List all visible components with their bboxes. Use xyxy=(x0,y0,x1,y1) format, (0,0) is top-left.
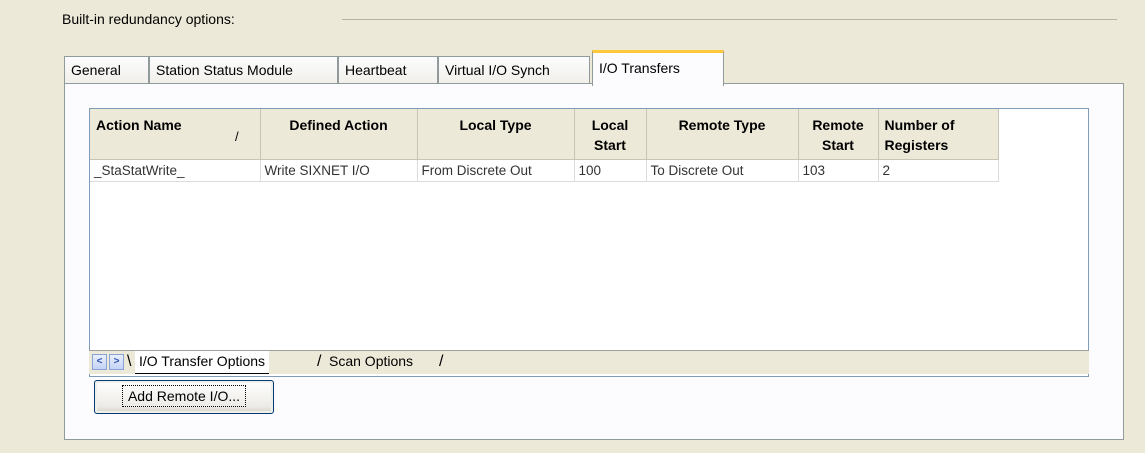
tab-heartbeat[interactable]: Heartbeat xyxy=(338,56,438,83)
cell-registers: 2 xyxy=(878,159,999,182)
tab-separator-icon: \ xyxy=(127,353,132,370)
cell-remote-type: To Discrete Out xyxy=(646,159,799,182)
sheet-tab-scan-options[interactable]: Scan Options xyxy=(325,351,417,373)
io-transfer-list[interactable]: Action Name / Defined Action Local Type … xyxy=(89,108,1089,377)
tab-station-status-module[interactable]: Station Status Module xyxy=(149,56,338,83)
sheet-tab-io-transfer-options[interactable]: I/O Transfer Options xyxy=(135,351,270,374)
column-header-defined-action[interactable]: Defined Action xyxy=(260,109,418,160)
column-header-action-name[interactable]: Action Name / xyxy=(90,109,261,160)
column-header-remote-start[interactable]: Remote Start xyxy=(798,109,879,160)
tab-separator-icon: / xyxy=(317,353,322,370)
cell-local-start: 100 xyxy=(574,159,647,182)
column-header-remote-type[interactable]: Remote Type xyxy=(646,109,799,160)
io-transfers-panel: Action Name / Defined Action Local Type … xyxy=(64,83,1124,440)
column-label: Remote Start xyxy=(812,117,864,153)
group-divider xyxy=(342,19,1117,20)
column-label: Remote Type xyxy=(678,117,766,133)
tab-virtual-io-synch[interactable]: Virtual I/O Synch xyxy=(438,56,590,83)
group-title: Built-in redundancy options: xyxy=(62,11,241,27)
cell-action-name: _StaStatWrite_ xyxy=(90,159,261,182)
column-header-local-type[interactable]: Local Type xyxy=(417,109,575,160)
add-remote-io-label: Add Remote I/O... xyxy=(121,385,247,407)
column-label: Local Start xyxy=(591,117,629,153)
column-label: Action Name xyxy=(96,117,182,133)
cell-remote-start: 103 xyxy=(798,159,879,182)
scroll-right-icon[interactable]: > xyxy=(109,354,124,370)
table-header-row: Action Name / Defined Action Local Type … xyxy=(90,109,999,160)
column-header-number-of-registers[interactable]: Number of Registers xyxy=(878,109,999,160)
tab-io-transfers[interactable]: I/O Transfers xyxy=(592,50,724,86)
scroll-left-icon[interactable]: < xyxy=(92,354,107,370)
table-row[interactable]: _StaStatWrite_ Write SIXNET I/O From Dis… xyxy=(90,159,999,182)
column-label: Defined Action xyxy=(289,117,388,133)
cell-defined-action: Write SIXNET I/O xyxy=(260,159,418,182)
io-transfer-table: Action Name / Defined Action Local Type … xyxy=(90,109,999,182)
cell-local-type: From Discrete Out xyxy=(417,159,575,182)
column-label: Number of Registers xyxy=(884,117,955,153)
add-remote-io-button[interactable]: Add Remote I/O... xyxy=(94,380,274,414)
column-label: Local Type xyxy=(459,117,532,133)
column-header-local-start[interactable]: Local Start xyxy=(574,109,647,160)
tab-separator-icon: / xyxy=(439,353,444,370)
sheet-tab-bar: < > \ I/O Transfer Options / Scan Option… xyxy=(89,350,1089,374)
tab-general[interactable]: General xyxy=(64,56,149,83)
sort-indicator-icon: / xyxy=(235,129,239,144)
